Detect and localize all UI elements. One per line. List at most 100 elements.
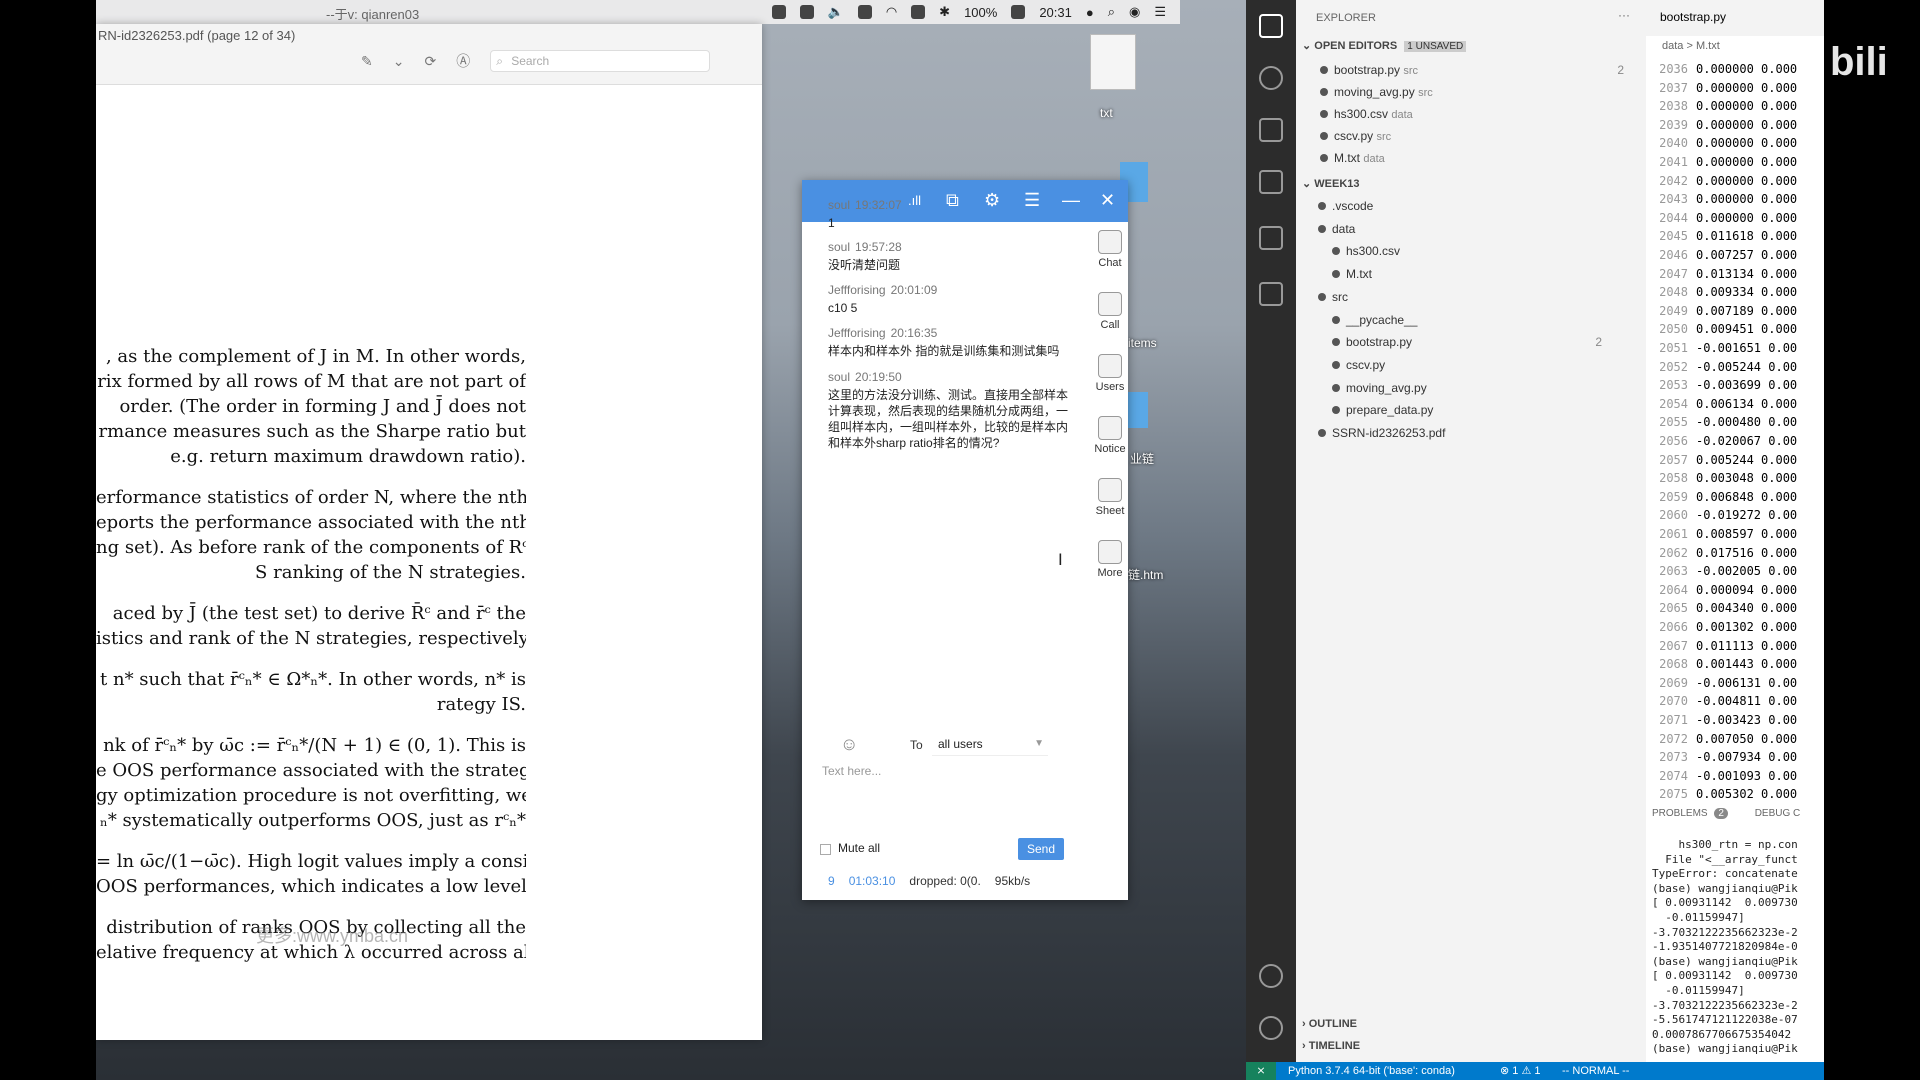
markup-pen-icon[interactable]: ✎ — [361, 53, 373, 70]
siri-icon[interactable]: ◉ — [1129, 4, 1140, 20]
recipient-select[interactable]: all users ▼ — [932, 732, 1048, 756]
open-editor-item[interactable]: M.txt data — [1320, 148, 1640, 168]
send-button[interactable]: Send — [1018, 838, 1064, 860]
file-tree-name: hs300.csv — [1346, 244, 1401, 259]
file-icon — [1318, 292, 1326, 301]
display-icon[interactable] — [857, 5, 872, 19]
close-icon[interactable]: ✕ — [1100, 190, 1115, 211]
line-number: 2061 — [1659, 527, 1688, 541]
line-text: 0.001302 0.000 — [1696, 620, 1798, 634]
volume-icon[interactable]: 🔈 — [828, 4, 844, 20]
file-tree-item[interactable]: cscv.py — [1332, 355, 1652, 375]
search-icon: ⌕ — [496, 54, 503, 68]
file-tree-item[interactable]: prepare_data.py — [1332, 400, 1652, 420]
file-tree-name: M.txt — [1346, 267, 1372, 282]
rotate-icon[interactable]: ⟳ — [424, 53, 436, 70]
timeline-section[interactable]: › TIMELINE — [1302, 1036, 1360, 1056]
side-button-sheet[interactable]: Sheet — [1092, 478, 1128, 517]
code-line: 2037 0.000000 0.000 — [1646, 81, 1797, 100]
open-editor-item[interactable]: cscv.py src — [1320, 126, 1640, 146]
message-input[interactable]: Text here... — [822, 764, 1112, 834]
file-tree-item[interactable]: .vscode — [1318, 196, 1638, 216]
bluetooth-icon[interactable]: ✱ — [939, 4, 950, 20]
problems-tab[interactable]: PROBLEMS — [1652, 808, 1708, 819]
line-text: 0.000000 0.000 — [1696, 192, 1798, 207]
message-meta: Jeffforising 20:01:09 — [828, 283, 1078, 297]
explorer-files-icon[interactable] — [1259, 14, 1283, 38]
file-tree-item[interactable]: data — [1318, 219, 1638, 239]
shield-icon[interactable] — [799, 5, 814, 19]
emoji-icon[interactable]: ☺ — [840, 734, 858, 755]
side-button-label: Call — [1100, 319, 1120, 331]
line-text: 0.001443 0.000 — [1696, 657, 1798, 672]
remote-indicator-icon[interactable]: ⨯ — [1246, 1062, 1276, 1080]
open-editor-item[interactable]: moving_avg.py src — [1320, 82, 1640, 102]
more-actions-icon[interactable]: ··· — [1618, 8, 1630, 22]
python-interpreter[interactable]: Python 3.7.4 64-bit ('base': conda) — [1288, 1062, 1455, 1080]
side-button-users[interactable]: Users — [1092, 354, 1128, 393]
account-icon[interactable] — [1259, 964, 1283, 988]
file-tree-item[interactable]: SSRN-id2326253.pdf — [1318, 423, 1638, 443]
side-button-label: Users — [1095, 381, 1125, 393]
open-editors-label: OPEN EDITORS — [1314, 40, 1398, 52]
manage-gear-icon[interactable] — [1259, 1016, 1283, 1040]
side-button-chat[interactable]: Chat — [1092, 230, 1128, 269]
open-editor-item[interactable]: bootstrap.py src 2 — [1320, 60, 1640, 80]
items-label: items — [1128, 336, 1157, 350]
input-method-icon[interactable] — [911, 5, 926, 19]
pdf-text-line: e.g. return maximum drawdown ratio). — [170, 446, 526, 467]
user-icon[interactable]: ● — [1086, 5, 1094, 20]
terminal-output[interactable]: hs300_rtn = np.con File "<__array_funct T… — [1652, 838, 1824, 1057]
remote-explorer-icon[interactable] — [1259, 226, 1283, 250]
side-button-notice[interactable]: Notice — [1092, 416, 1128, 455]
editor-tab[interactable]: bootstrap.py — [1660, 10, 1726, 24]
pdf-text-line: gy optimization procedure is not overfit… — [96, 785, 526, 806]
line-number: 2065 — [1659, 601, 1688, 616]
open-editor-item[interactable]: hs300.csv data — [1320, 104, 1640, 124]
chevron-down-icon[interactable]: ⌄ — [393, 53, 405, 70]
control-center-icon[interactable]: ☰ — [1154, 4, 1166, 20]
source-control-icon[interactable] — [1259, 118, 1283, 142]
side-button-label: More — [1097, 567, 1123, 579]
line-text: 0.005244 0.000 — [1696, 452, 1798, 467]
spotlight-search-icon[interactable]: ⌕ — [1108, 4, 1115, 20]
file-tree-item[interactable]: M.txt — [1332, 264, 1652, 284]
open-editor-name: cscv.py — [1334, 129, 1374, 143]
chat-message: soul 19:57:28 没听清楚问题 — [828, 240, 1078, 273]
open-editors-section[interactable]: ⌄ OPEN EDITORS 1 UNSAVED — [1302, 36, 1467, 56]
pdf-search-input[interactable]: ⌕ Search — [490, 50, 711, 72]
outline-section[interactable]: › OUTLINE — [1302, 1014, 1357, 1034]
txt-file-icon[interactable] — [1090, 34, 1136, 90]
code-line: 2038 0.000000 0.000 — [1646, 99, 1797, 118]
line-text: 0.000000 0.000 — [1696, 173, 1798, 188]
file-tree-item[interactable]: __pycache__ — [1332, 310, 1652, 330]
open-editor-dir: src — [1376, 131, 1392, 143]
breadcrumb[interactable]: data > M.txt — [1662, 40, 1720, 52]
file-tree-item[interactable]: bootstrap.py 2 — [1332, 332, 1652, 352]
battery-icon[interactable] — [1011, 5, 1026, 19]
line-number: 2074 — [1659, 768, 1688, 783]
code-line: 2059 0.006848 0.000 — [1646, 490, 1797, 509]
code-line: 2055 -0.000480 0.00 — [1646, 415, 1797, 434]
side-button-more[interactable]: More — [1092, 540, 1128, 579]
run-debug-icon[interactable] — [1259, 170, 1283, 194]
search-icon[interactable] — [1259, 66, 1283, 90]
problems-status[interactable]: ⊗ 1 ⚠ 1 — [1500, 1062, 1540, 1080]
annotate-icon[interactable]: Ⓐ — [456, 51, 470, 71]
desktop-folder-icon-2[interactable] — [1128, 392, 1148, 428]
file-tree-item[interactable]: moving_avg.py — [1332, 378, 1652, 398]
telegram-icon[interactable] — [771, 5, 786, 19]
editor-pane[interactable]: bootstrap.py data > M.txt 2036 0.000000 0… — [1646, 0, 1824, 801]
extensions-icon[interactable] — [1259, 282, 1283, 306]
workspace-section[interactable]: ⌄ WEEK13 — [1302, 174, 1360, 194]
code-line: 2069 -0.006131 0.00 — [1646, 676, 1797, 695]
side-button-call[interactable]: Call — [1092, 292, 1128, 331]
debug-console-tab[interactable]: DEBUG C — [1755, 808, 1801, 819]
mute-all-checkbox[interactable] — [820, 844, 831, 855]
wifi-icon[interactable]: ◠ — [886, 4, 897, 20]
code-line: 2071 -0.003423 0.00 — [1646, 713, 1797, 732]
file-tree-item[interactable]: src — [1318, 287, 1638, 307]
vim-mode: -- NORMAL -- — [1562, 1065, 1630, 1077]
file-tree-item[interactable]: hs300.csv — [1332, 241, 1652, 261]
clock[interactable]: 20:31 — [1039, 5, 1072, 20]
